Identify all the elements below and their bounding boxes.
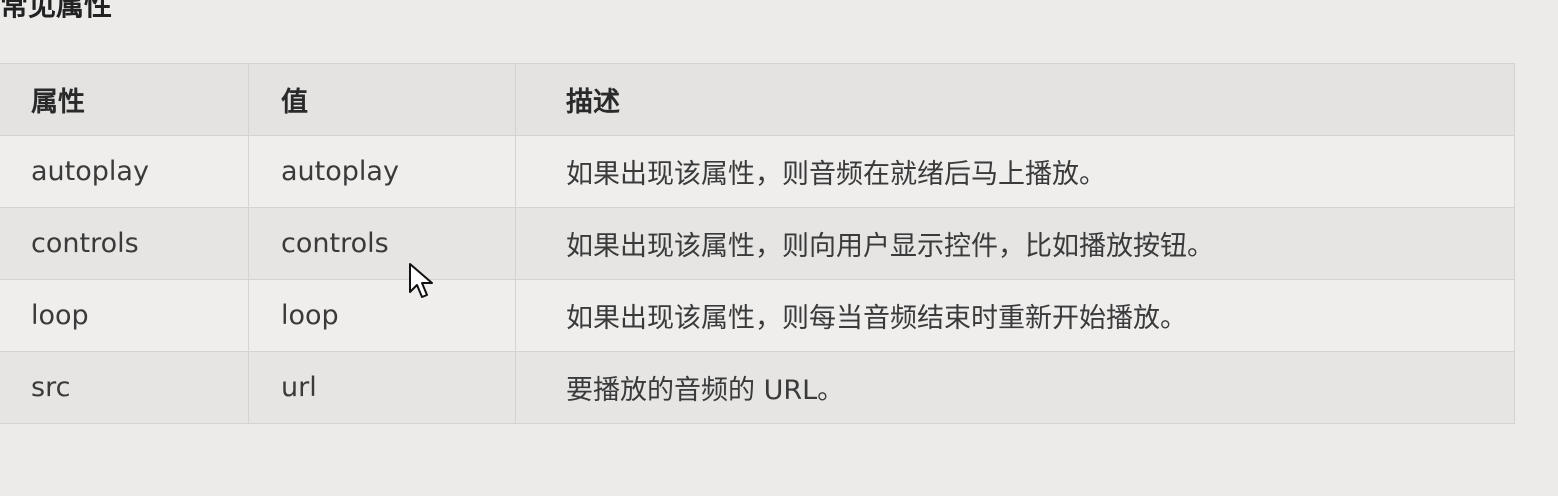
mouse-pointer-icon [409,263,433,298]
cell-attribute: src [0,351,249,424]
table-row: autoplay autoplay 如果出现该属性，则音频在就绪后马上播放。 [0,135,1515,208]
section-title: 常见属性 [0,0,113,22]
table-header-row: 属性 值 描述 [0,63,1515,136]
cell-value: autoplay [248,135,516,208]
attributes-table: 属性 值 描述 autoplay autoplay 如果出现该属性，则音频在就绪… [0,63,1515,424]
cell-description: 要播放的音频的 URL。 [515,351,1515,424]
cell-attribute: loop [0,279,249,352]
table-row: loop loop 如果出现该属性，则每当音频结束时重新开始播放。 [0,279,1515,352]
header-attribute: 属性 [0,63,249,136]
cell-value: url [248,351,516,424]
cell-attribute: autoplay [0,135,249,208]
header-value: 值 [248,63,516,136]
table-row: src url 要播放的音频的 URL。 [0,351,1515,424]
table-row: controls controls 如果出现该属性，则向用户显示控件，比如播放按… [0,207,1515,280]
cell-attribute: controls [0,207,249,280]
header-description: 描述 [515,63,1515,136]
cell-value: loop [248,279,516,352]
cell-description: 如果出现该属性，则音频在就绪后马上播放。 [515,135,1515,208]
cell-value: controls [248,207,516,280]
cell-description: 如果出现该属性，则向用户显示控件，比如播放按钮。 [515,207,1515,280]
cell-description: 如果出现该属性，则每当音频结束时重新开始播放。 [515,279,1515,352]
